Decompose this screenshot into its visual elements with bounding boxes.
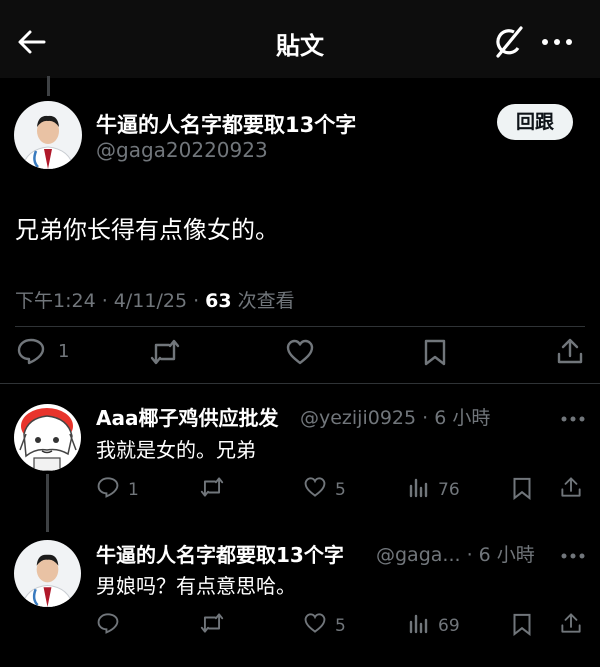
reply-handle-time[interactable]: @yeziji0925 · 6 小時 <box>300 403 490 430</box>
reply-button[interactable] <box>96 612 128 639</box>
author-display-name[interactable]: 牛逼的人名字都要取13个字 <box>96 109 356 139</box>
retweet-icon <box>149 338 181 366</box>
views-button[interactable]: 69 <box>408 612 460 639</box>
retweet-button[interactable] <box>199 476 225 503</box>
reply-handle-time[interactable]: @gaga... · 6 小時 <box>376 540 535 567</box>
bookmark-button[interactable] <box>423 338 447 366</box>
views-label: 次查看 <box>231 290 295 312</box>
share-button[interactable] <box>560 475 582 504</box>
heart-icon <box>303 612 327 639</box>
thread-connector <box>46 474 49 532</box>
heart-icon <box>285 338 315 366</box>
post-text: 兄弟你长得有点像女的。 <box>15 216 279 244</box>
reply-count: 1 <box>58 340 70 362</box>
share-icon <box>560 475 582 504</box>
reply-display-name[interactable]: 牛逼的人名字都要取13个字 <box>96 539 344 568</box>
like-count: 5 <box>335 615 346 636</box>
reply-button[interactable]: 1 <box>96 476 139 503</box>
views-chart-icon <box>408 612 430 639</box>
view-count: 76 <box>438 479 460 500</box>
like-button[interactable]: 5 <box>303 612 346 639</box>
author-handle[interactable]: @gaga20220923 <box>96 138 268 162</box>
avatar[interactable] <box>14 101 82 169</box>
divider <box>0 383 600 384</box>
reply-icon <box>16 337 46 365</box>
view-count: 69 <box>438 615 460 636</box>
share-icon <box>560 611 582 640</box>
views-chart-icon <box>408 476 430 503</box>
like-button[interactable]: 5 <box>303 476 346 503</box>
top-app-bar: 貼文 <box>0 0 600 78</box>
follow-back-button[interactable]: 回跟 <box>497 104 573 140</box>
share-button[interactable] <box>556 337 584 365</box>
reply-text: 男娘吗？有点意思哈。 <box>96 574 296 598</box>
post-timestamp: 下午1:24 · 4/11/25 · <box>15 290 206 312</box>
views-button[interactable]: 76 <box>408 476 460 503</box>
retweet-button[interactable] <box>199 612 225 639</box>
share-icon <box>556 337 584 365</box>
bookmark-button[interactable] <box>512 476 532 505</box>
reply-count: 1 <box>128 479 139 500</box>
more-horizontal-icon[interactable] <box>560 546 586 559</box>
more-horizontal-icon[interactable] <box>540 32 574 52</box>
thread-connector <box>47 76 50 96</box>
reply-icon <box>96 476 120 503</box>
reply-button[interactable]: 1 <box>16 337 69 365</box>
avatar[interactable] <box>14 540 81 607</box>
more-horizontal-icon[interactable] <box>560 409 586 422</box>
reply-text: 我就是女的。兄弟 <box>96 438 256 462</box>
like-count: 5 <box>335 479 346 500</box>
retweet-icon <box>199 612 225 639</box>
bookmark-button[interactable] <box>512 612 532 641</box>
bookmark-icon <box>512 476 532 505</box>
heart-icon <box>303 476 327 503</box>
retweet-icon <box>199 476 225 503</box>
retweet-button[interactable] <box>149 338 181 366</box>
views-count: 63 <box>205 290 232 312</box>
post-meta: 下午1:24 · 4/11/25 · 63 次查看 <box>15 286 295 313</box>
grok-icon[interactable] <box>492 24 526 60</box>
share-button[interactable] <box>560 611 582 640</box>
divider <box>15 326 585 327</box>
avatar[interactable] <box>14 404 81 471</box>
reply-icon <box>96 612 120 639</box>
bookmark-icon <box>512 612 532 641</box>
bookmark-icon <box>423 338 447 366</box>
like-button[interactable] <box>285 338 315 366</box>
reply-display-name[interactable]: Aaa椰子鸡供应批发 <box>96 402 278 431</box>
